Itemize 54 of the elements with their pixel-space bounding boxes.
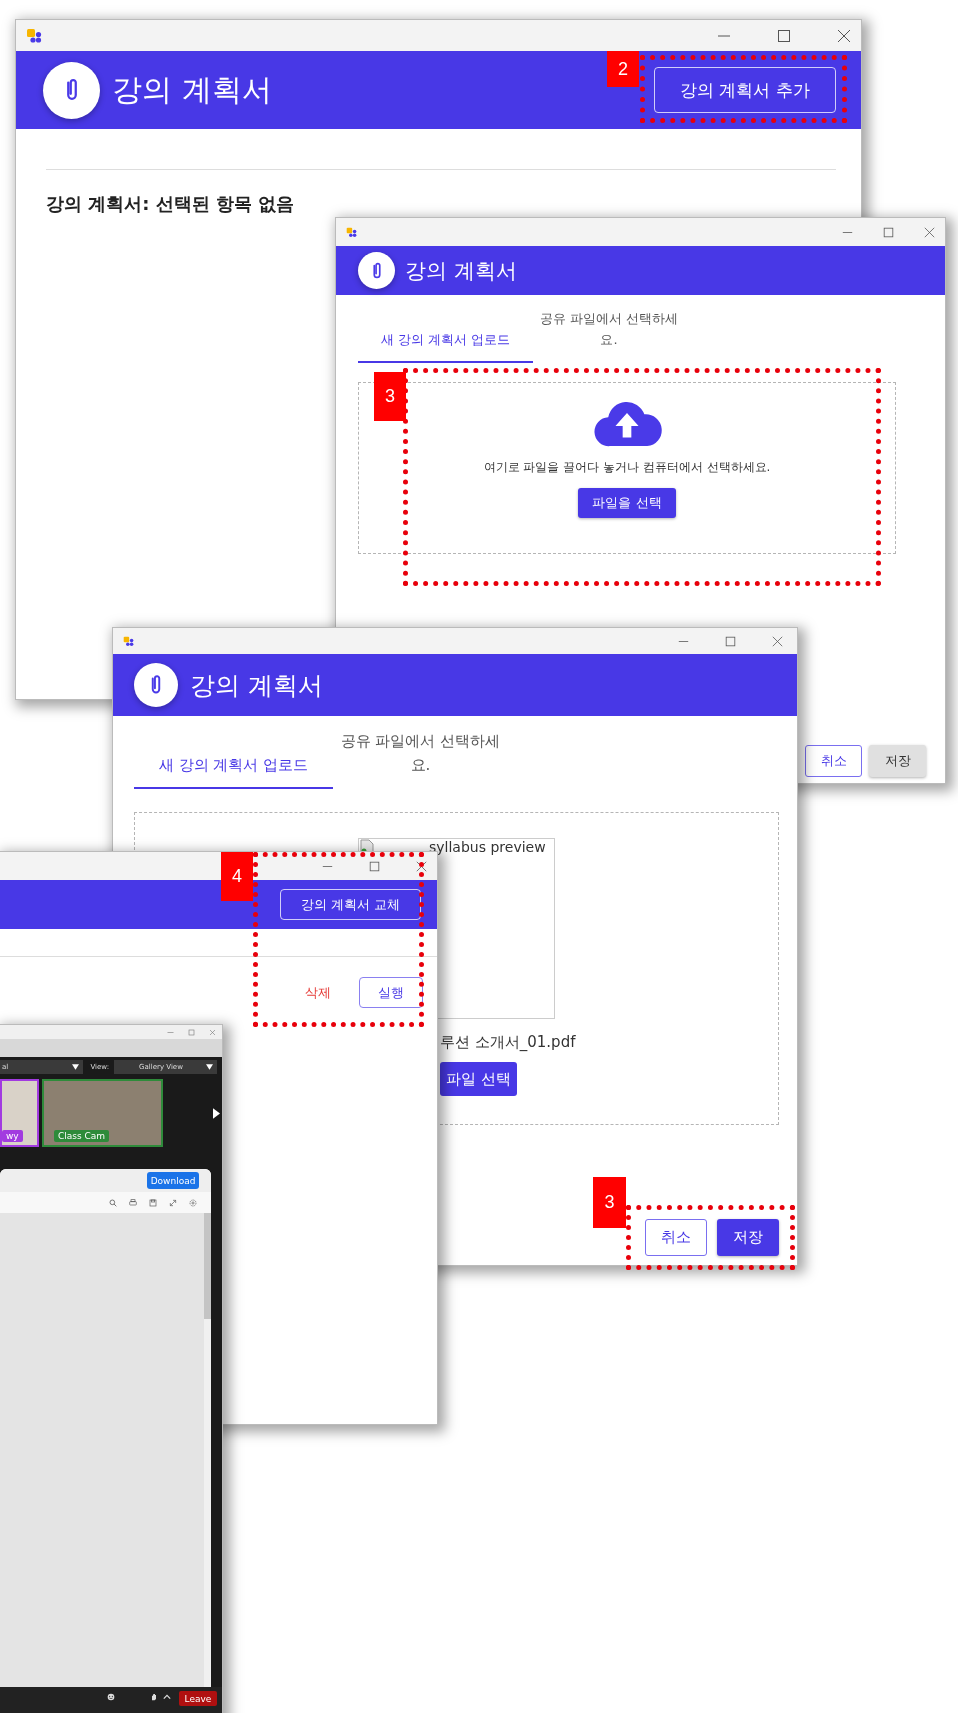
close-icon[interactable] (772, 635, 783, 647)
paperclip-logo (43, 61, 100, 119)
dropdown-arrow-icon (206, 1064, 213, 1070)
maximize-icon[interactable] (883, 226, 894, 238)
step-number-badge: 3 (374, 372, 406, 421)
app-icon (346, 226, 357, 238)
image-alt-text: syllabus preview (429, 839, 546, 855)
search-icon[interactable] (109, 1198, 117, 1207)
app-icon (26, 27, 42, 44)
cancel-button[interactable]: 취소 (645, 1219, 707, 1256)
close-icon[interactable] (837, 28, 851, 43)
maximize-icon[interactable] (725, 635, 736, 647)
close-icon[interactable] (924, 226, 935, 238)
step-number-badge: 2 (607, 51, 639, 87)
hand-icon[interactable] (150, 1693, 158, 1701)
settings-icon[interactable] (189, 1198, 197, 1207)
paperclip-logo (358, 252, 395, 289)
scrollbar[interactable] (204, 1213, 211, 1687)
tab[interactable]: 공유 파일에서 선택하세요. (333, 729, 508, 789)
save-icon[interactable] (149, 1198, 157, 1207)
status-text: 강의 계획서: 선택된 항목 없음 (46, 192, 296, 216)
choose-file-button[interactable]: 파일 선택 (440, 1062, 517, 1096)
leave-button[interactable]: Leave (179, 1691, 217, 1706)
step-number-badge: 3 (593, 1177, 626, 1228)
smiley-icon[interactable] (107, 1693, 115, 1701)
run-button[interactable]: 실행 (359, 977, 423, 1008)
maximize-icon[interactable] (777, 28, 791, 43)
participant-name-label: Class Cam (54, 1130, 110, 1142)
close-icon[interactable] (416, 860, 427, 872)
download-button[interactable]: Download (147, 1172, 199, 1189)
tab[interactable]: 새 강의 계획서 업로드 (134, 753, 333, 789)
caret-icon[interactable] (163, 1693, 171, 1701)
replace-syllabus-button[interactable]: 강의 계획서 교체 (280, 889, 421, 920)
next-arrow-icon[interactable] (213, 1107, 220, 1119)
app-icon (123, 635, 134, 647)
save-button[interactable]: 저장 (717, 1219, 779, 1256)
cancel-button[interactable]: 취소 (805, 745, 862, 777)
choose-file-button[interactable]: 파일을 선택 (578, 488, 676, 518)
add-syllabus-button[interactable]: 강의 계획서 추가 (654, 67, 836, 113)
window-title: 강의 계획서 (112, 70, 272, 109)
delete-button[interactable]: 삭제 (305, 983, 331, 1002)
printer-icon[interactable] (129, 1198, 137, 1207)
dropdown-arrow-icon (72, 1064, 79, 1070)
step-number-badge: 4 (221, 852, 253, 901)
tab[interactable]: 공유 파일에서 선택하세요. (533, 309, 685, 363)
expand-icon[interactable] (169, 1198, 177, 1207)
window-title: 강의 계획서 (405, 257, 517, 285)
tab[interactable]: 새 강의 계획서 업로드 (358, 330, 533, 363)
drop-instructions: 여기로 파일을 끌어다 놓거나 컴퓨터에서 선택하세요. (483, 459, 771, 476)
maximize-icon[interactable] (369, 860, 380, 872)
window-title: 강의 계획서 (190, 669, 323, 702)
participant-name-label: wy (2, 1130, 23, 1142)
paperclip-logo (134, 663, 178, 707)
file-name: 루션 소개서_01.pdf (440, 1033, 577, 1052)
